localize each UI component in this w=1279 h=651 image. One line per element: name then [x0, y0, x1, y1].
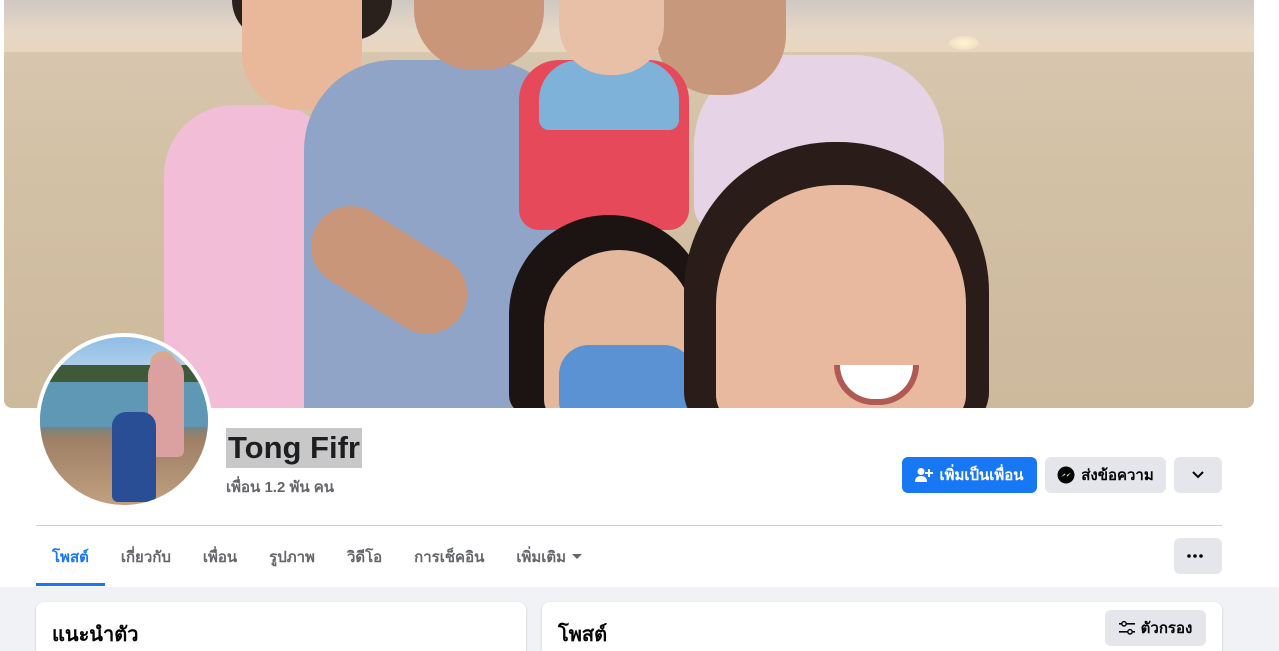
tab-about[interactable]: เกี่ยวกับ: [105, 527, 187, 586]
tab-label: รูปภาพ: [269, 548, 315, 566]
send-message-label: ส่งข้อความ: [1081, 467, 1154, 484]
tab-photos[interactable]: รูปภาพ: [253, 527, 331, 586]
tab-label: โพสต์: [52, 548, 89, 566]
cover-photo[interactable]: [4, 0, 1254, 408]
profile-name: Tong Fifr: [226, 428, 362, 468]
filter-icon: [1118, 621, 1135, 635]
tab-posts[interactable]: โพสต์: [36, 527, 105, 586]
more-options-button[interactable]: [1174, 538, 1222, 574]
profile-tabs: โพสต์ เกี่ยวกับ เพื่อน รูปภาพ วิดีโอ การ…: [36, 527, 598, 586]
tab-label: เพิ่มเติม: [516, 548, 567, 566]
caret-down-icon: [572, 554, 583, 559]
add-friend-button[interactable]: เพิ่มเป็นเพื่อน: [902, 457, 1037, 493]
ellipsis-icon: [1187, 554, 1203, 558]
intro-title: แนะนำตัว: [52, 624, 139, 646]
filter-button[interactable]: ตัวกรอง: [1105, 610, 1206, 646]
profile-options-dropdown[interactable]: [1174, 457, 1222, 493]
friends-count[interactable]: เพื่อน 1.2 พัน คน: [226, 475, 334, 499]
send-message-button[interactable]: ส่งข้อความ: [1045, 457, 1166, 493]
add-friend-icon: [915, 468, 934, 482]
scrollbar[interactable]: [1262, 0, 1279, 587]
messenger-icon: [1057, 466, 1075, 484]
posts-title: โพสต์: [558, 624, 608, 646]
cover-sun: [949, 36, 979, 50]
tab-label: การเช็คอิน: [414, 548, 485, 566]
intro-card: แนะนำตัว: [36, 602, 526, 651]
tab-label: เกี่ยวกับ: [120, 548, 171, 566]
tab-friends[interactable]: เพื่อน: [187, 527, 253, 586]
chevron-down-icon: [1192, 471, 1204, 479]
tab-videos[interactable]: วิดีโอ: [331, 527, 398, 586]
tab-checkins[interactable]: การเช็คอิน: [398, 527, 500, 586]
tab-label: วิดีโอ: [346, 548, 383, 566]
tab-label: เพื่อน: [202, 548, 238, 566]
filter-label: ตัวกรอง: [1140, 620, 1193, 637]
profile-picture[interactable]: [36, 333, 212, 509]
header-divider: [36, 525, 1222, 526]
tab-more[interactable]: เพิ่มเติม: [500, 527, 598, 586]
add-friend-label: เพิ่มเป็นเพื่อน: [939, 467, 1024, 484]
